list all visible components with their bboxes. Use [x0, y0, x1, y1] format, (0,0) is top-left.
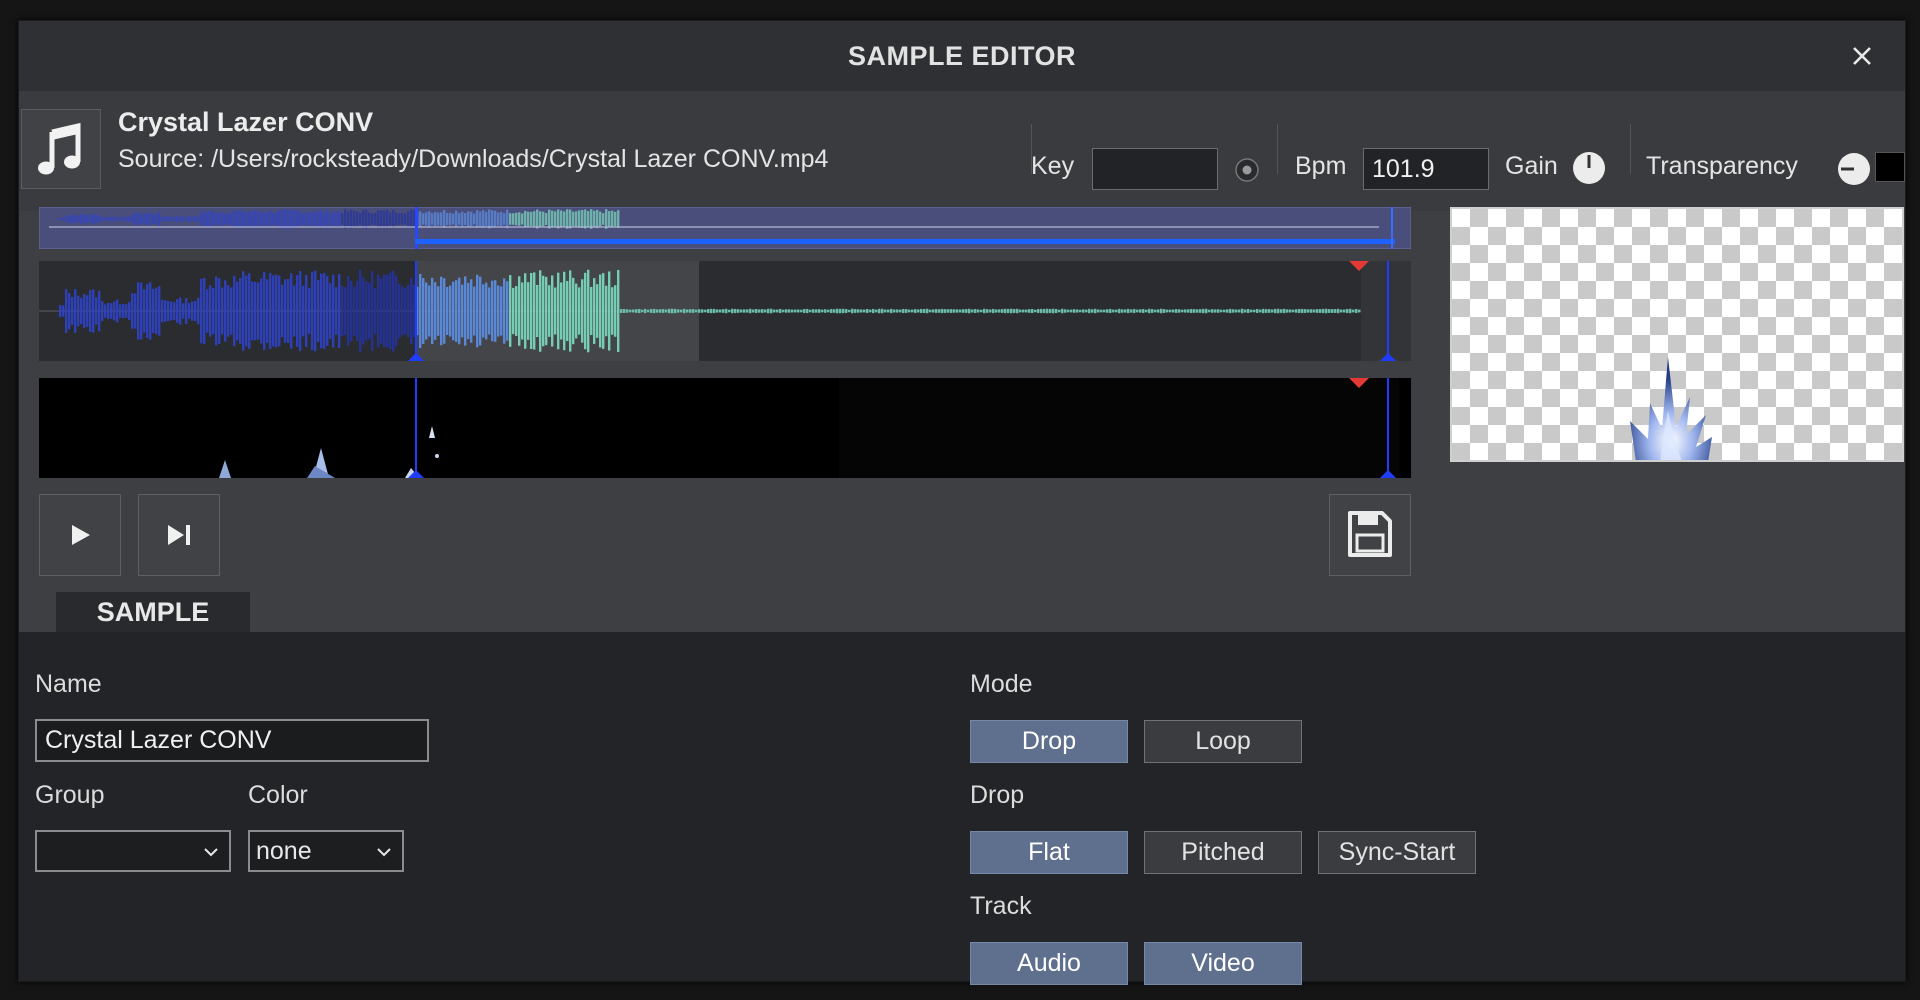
key-label: Key — [1031, 152, 1075, 180]
separator — [1630, 124, 1631, 174]
skip-to-end-icon — [168, 525, 190, 545]
sample-editor-dialog: SAMPLE EDITOR Crystal Lazer CONV Source:… — [18, 20, 1906, 985]
music-note-icon — [38, 122, 81, 175]
drop-sync-start-button[interactable]: Sync-Start — [1318, 831, 1476, 874]
overview-waveform[interactable] — [39, 207, 1411, 249]
track-audio-button[interactable]: Audio — [970, 942, 1128, 985]
drop-label: Drop — [970, 781, 1025, 809]
sample-info-bar: Crystal Lazer CONV Source: /Users/rockst… — [19, 91, 1905, 211]
mode-loop-button[interactable]: Loop — [1144, 720, 1302, 763]
sample-title: Crystal Lazer CONV — [118, 107, 374, 137]
key-input[interactable] — [1092, 148, 1218, 190]
gain-knob[interactable] — [1572, 151, 1606, 185]
gain-label: Gain — [1505, 152, 1558, 180]
sample-source-path: Source: /Users/rocksteady/Downloads/Crys… — [118, 145, 829, 173]
separator — [1277, 124, 1278, 174]
crystal-burst-image — [1630, 357, 1712, 460]
play-icon — [72, 525, 90, 545]
group-label: Group — [35, 781, 105, 809]
mode-drop-button[interactable]: Drop — [970, 720, 1128, 763]
skip-to-end-button[interactable] — [138, 494, 220, 576]
color-swatch[interactable] — [1875, 152, 1905, 182]
name-input[interactable]: Crystal Lazer CONV — [35, 719, 429, 762]
color-select-value: none — [256, 837, 312, 865]
chevron-down-icon — [204, 848, 218, 857]
bpm-input[interactable]: 101.9 — [1363, 148, 1489, 190]
video-preview — [1450, 207, 1904, 462]
mode-label: Mode — [970, 670, 1033, 698]
track-video-button[interactable]: Video — [1144, 942, 1302, 985]
music-note-button[interactable] — [21, 109, 101, 189]
title-bar: SAMPLE EDITOR — [19, 21, 1905, 91]
sample-settings-panel: Name Crystal Lazer CONV Group Color none… — [19, 632, 1905, 985]
group-select[interactable] — [35, 830, 231, 872]
track-label: Track — [970, 892, 1032, 920]
color-label: Color — [248, 781, 308, 809]
save-floppy-icon — [1348, 511, 1392, 557]
dialog-title: SAMPLE EDITOR — [847, 41, 1077, 71]
play-button[interactable] — [39, 494, 121, 576]
transparency-knob[interactable] — [1837, 152, 1871, 186]
key-detect-icon[interactable] — [1234, 157, 1260, 183]
save-button[interactable] — [1329, 494, 1411, 576]
tab-sample[interactable]: SAMPLE — [56, 592, 250, 632]
video-thumbnail-strip[interactable] — [39, 378, 1411, 478]
detail-waveform[interactable] — [39, 261, 1411, 361]
close-icon[interactable] — [1845, 39, 1879, 73]
bpm-label: Bpm — [1295, 152, 1347, 180]
name-label: Name — [35, 670, 102, 698]
drop-flat-button[interactable]: Flat — [970, 831, 1128, 874]
chevron-down-icon — [377, 848, 391, 857]
drop-pitched-button[interactable]: Pitched — [1144, 831, 1302, 874]
color-select[interactable]: none — [248, 830, 404, 872]
transparency-label: Transparency — [1646, 152, 1798, 180]
